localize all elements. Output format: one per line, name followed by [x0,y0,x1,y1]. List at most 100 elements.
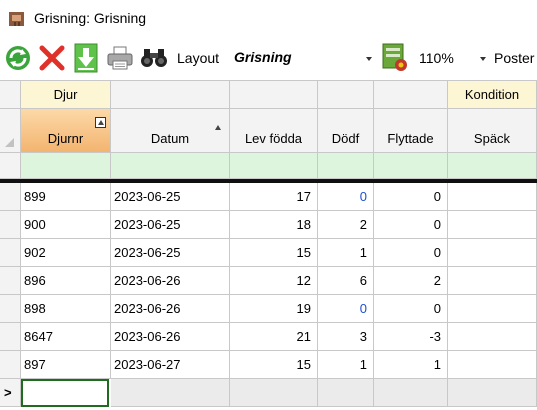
select-all-cell[interactable] [0,109,21,153]
row-header[interactable] [0,211,21,239]
column-label-spack: Späck [473,131,511,146]
delete-x-icon [39,45,65,71]
cell-value: 2023-06-26 [114,329,181,344]
cell-lev-fodda[interactable]: 15 [230,239,318,267]
cell-djurnr[interactable]: 899 [21,183,111,211]
zoom-dropdown[interactable]: 110% Poster [416,46,537,70]
layout-dropdown[interactable]: Grisning [228,46,378,70]
cell-djurnr[interactable]: 897 [21,351,111,379]
cell-dodf[interactable]: 0 [318,183,374,211]
download-button[interactable] [70,42,102,74]
new-row-cell-flyttade[interactable] [374,379,448,407]
column-label-djurnr: Djurnr [47,131,84,146]
cell-djurnr[interactable]: 8647 [21,323,111,351]
cell-flyttade[interactable]: 0 [374,183,448,211]
cell-dodf[interactable]: 6 [318,267,374,295]
cell-value: 1 [433,357,441,372]
column-header-datum[interactable]: Datum [111,109,230,153]
filter-cell-datum[interactable] [111,153,230,179]
new-row-cell-lev-fodda[interactable] [230,379,318,407]
filter-row-header [0,153,21,179]
row-header[interactable] [0,351,21,379]
new-row-cell-djurnr[interactable] [21,379,109,407]
cell-spack[interactable] [448,323,537,351]
filter-cell-flyttade[interactable] [374,153,448,179]
cell-value: 896 [24,273,46,288]
cell-spack[interactable] [448,239,537,267]
cell-dodf[interactable]: 2 [318,211,374,239]
new-row-cell-spack[interactable] [448,379,537,407]
cell-lev-fodda[interactable]: 18 [230,211,318,239]
sort-ascending-icon [95,117,106,128]
cell-flyttade[interactable]: 2 [374,267,448,295]
new-row-cell-datum[interactable] [111,379,230,407]
cell-dodf[interactable]: 1 [318,239,374,267]
column-header-djurnr[interactable]: Djurnr [21,109,111,153]
title-bar: Grisning: Grisning [0,0,537,36]
cell-dodf[interactable]: 1 [318,351,374,379]
cell-djurnr[interactable]: 900 [21,211,111,239]
cell-value: 12 [296,273,311,288]
cell-datum[interactable]: 2023-06-26 [111,323,230,351]
cell-value: 15 [296,245,311,260]
cell-lev-fodda[interactable]: 19 [230,295,318,323]
cell-flyttade[interactable]: -3 [374,323,448,351]
cell-datum[interactable]: 2023-06-25 [111,183,230,211]
cell-flyttade[interactable]: 0 [374,239,448,267]
cell-djurnr[interactable]: 898 [21,295,111,323]
cell-flyttade[interactable]: 0 [374,211,448,239]
data-grid: Djur Kondition Djurnr Datum Lev födda Dö… [0,80,537,410]
row-header[interactable] [0,239,21,267]
column-header-dodf[interactable]: Dödf [318,109,374,153]
cell-flyttade[interactable]: 1 [374,351,448,379]
filter-cell-djurnr[interactable] [21,153,111,179]
cell-value: 900 [24,217,46,232]
cell-spack[interactable] [448,351,537,379]
refresh-button[interactable] [2,42,34,74]
cell-djurnr[interactable]: 896 [21,267,111,295]
column-header-spack[interactable]: Späck [448,109,537,153]
binoculars-button[interactable] [138,42,170,74]
group-header-djur: Djur [21,81,111,109]
chevron-down-icon [366,57,372,61]
cell-dodf[interactable]: 3 [318,323,374,351]
row-header[interactable] [0,295,21,323]
cell-datum[interactable]: 2023-06-25 [111,239,230,267]
cell-dodf[interactable]: 0 [318,295,374,323]
cell-datum[interactable]: 2023-06-27 [111,351,230,379]
new-row-header: > [0,379,21,407]
cell-spack[interactable] [448,267,537,295]
cell-datum[interactable]: 2023-06-26 [111,295,230,323]
column-header-flyttade[interactable]: Flyttade [374,109,448,153]
group-header-blank [230,81,318,109]
cell-lev-fodda[interactable]: 17 [230,183,318,211]
cell-value: 2023-06-26 [114,301,181,316]
printer-icon [107,46,133,70]
new-row-cell-dodf[interactable] [318,379,374,407]
cell-lev-fodda[interactable]: 15 [230,351,318,379]
cell-spack[interactable] [448,183,537,211]
cell-value: 2 [359,217,367,232]
filter-cell-lev-fodda[interactable] [230,153,318,179]
row-header[interactable] [0,267,21,295]
cell-datum[interactable]: 2023-06-25 [111,211,230,239]
print-button[interactable] [104,42,136,74]
row-header[interactable] [0,183,21,211]
cell-datum[interactable]: 2023-06-26 [111,267,230,295]
filter-cell-spack[interactable] [448,153,537,179]
cell-lev-fodda[interactable]: 21 [230,323,318,351]
cell-value: 898 [24,301,46,316]
zoom-value: 110% [419,50,454,66]
layout-settings-button[interactable] [380,42,410,74]
cell-spack[interactable] [448,295,537,323]
cell-spack[interactable] [448,211,537,239]
cell-djurnr[interactable]: 902 [21,239,111,267]
cell-flyttade[interactable]: 0 [374,295,448,323]
delete-button[interactable] [36,42,68,74]
cell-lev-fodda[interactable]: 12 [230,267,318,295]
cell-value: 15 [296,357,311,372]
column-header-lev-fodda[interactable]: Lev födda [230,109,318,153]
row-header[interactable] [0,323,21,351]
filter-cell-dodf[interactable] [318,153,374,179]
cell-value: 0 [359,189,367,204]
